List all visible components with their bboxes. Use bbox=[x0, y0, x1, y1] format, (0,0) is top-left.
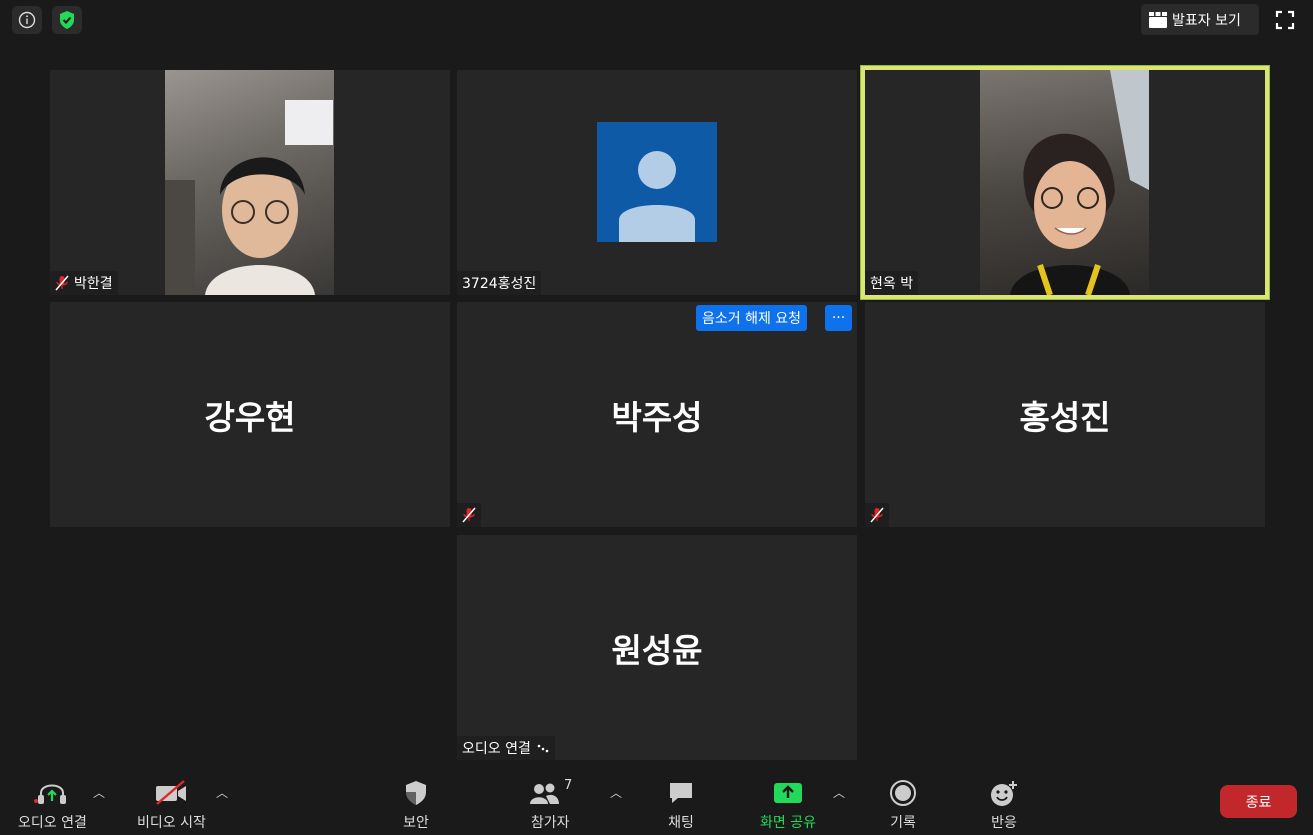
record-icon bbox=[890, 780, 916, 806]
mute-status bbox=[865, 503, 889, 527]
share-screen-button[interactable]: 화면 공유 bbox=[760, 776, 816, 832]
participant-display-name: 강우현 bbox=[204, 397, 296, 437]
shield-check-icon bbox=[60, 11, 74, 29]
chat-label: 채팅 bbox=[668, 815, 694, 831]
participant-name-tag: 3724홍성진 bbox=[457, 271, 542, 295]
participant-display-name: 박주성 bbox=[611, 397, 703, 437]
participant-tile-1[interactable]: 박한결 bbox=[50, 70, 450, 295]
audio-connecting-tag: 오디오 연결 bbox=[457, 736, 555, 760]
avatar bbox=[597, 122, 717, 242]
participant-name-tag: 현옥 박 bbox=[865, 271, 919, 295]
participant-name: 3724홍성진 bbox=[462, 276, 537, 292]
ask-to-unmute-button[interactable]: 음소거 해제 요청 bbox=[696, 305, 808, 331]
participant-tile-5[interactable]: 음소거 해제 요청 ··· 박주성 bbox=[457, 302, 857, 527]
video-options-chevron-icon[interactable]: ︿ bbox=[216, 784, 228, 801]
participant-display-name: 원성윤 bbox=[611, 630, 703, 670]
participants-count: 7 bbox=[564, 778, 573, 793]
participants-button[interactable]: 7 참가자 bbox=[528, 776, 572, 832]
security-status-button[interactable] bbox=[52, 6, 82, 34]
mic-muted-icon bbox=[870, 507, 884, 523]
meeting-toolbar: 오디오 연결 ︿ 비디오 시작 ︿ 보안 7 참가자 ︿ 채팅 화면 공유 ︿ … bbox=[0, 770, 1313, 835]
mute-status bbox=[457, 503, 481, 527]
person-video-frame bbox=[165, 100, 333, 295]
record-button[interactable]: 기록 bbox=[889, 776, 917, 832]
default-avatar-icon bbox=[619, 151, 695, 242]
speaker-view-icon bbox=[1149, 11, 1167, 28]
participant-video bbox=[165, 70, 334, 295]
participant-name: 현옥 박 bbox=[870, 276, 914, 292]
meeting-info-button[interactable] bbox=[12, 6, 42, 34]
participant-display-name: 홍성진 bbox=[1019, 397, 1111, 437]
participant-tile-2[interactable]: 3724홍성진 bbox=[457, 70, 857, 295]
participant-tile-3-active-speaker[interactable]: 현옥 박 bbox=[860, 65, 1270, 300]
more-options-button[interactable]: ··· bbox=[825, 305, 852, 331]
participant-video bbox=[980, 70, 1149, 295]
mic-muted-icon bbox=[462, 507, 476, 523]
participants-icon bbox=[530, 783, 559, 804]
end-meeting-button[interactable]: 종료 bbox=[1220, 785, 1297, 818]
participant-tile-4[interactable]: 강우현 bbox=[50, 302, 450, 527]
speaker-view-label: 발표자 보기 bbox=[1172, 12, 1241, 29]
reactions-button[interactable]: 반응 bbox=[989, 776, 1019, 832]
audio-options-chevron-icon[interactable]: ︿ bbox=[93, 784, 105, 801]
info-icon bbox=[18, 11, 36, 29]
video-off-icon bbox=[156, 780, 187, 805]
participant-tile-7[interactable]: 원성윤 오디오 연결 bbox=[457, 535, 857, 760]
connecting-dots-icon bbox=[537, 744, 549, 753]
participants-label: 참가자 bbox=[530, 815, 570, 831]
join-audio-button[interactable]: 오디오 연결 bbox=[18, 776, 87, 832]
chat-icon bbox=[670, 783, 692, 803]
join-audio-label: 오디오 연결 bbox=[18, 815, 87, 831]
mic-muted-icon bbox=[55, 275, 69, 291]
participant-name-tag: 박한결 bbox=[50, 271, 118, 295]
share-options-chevron-icon[interactable]: ︿ bbox=[833, 784, 845, 801]
chat-button[interactable]: 채팅 bbox=[667, 776, 695, 832]
audio-connecting-label: 오디오 연결 bbox=[462, 741, 531, 757]
share-screen-label: 화면 공유 bbox=[760, 815, 816, 831]
person-video-frame bbox=[1010, 70, 1149, 295]
start-video-label: 비디오 시작 bbox=[137, 815, 206, 831]
headphones-icon bbox=[34, 784, 67, 804]
reactions-smiley-icon bbox=[991, 781, 1017, 806]
participant-tile-6[interactable]: 홍성진 bbox=[865, 302, 1265, 527]
fullscreen-button[interactable] bbox=[1272, 7, 1298, 33]
zoom-meeting-window: 발표자 보기 박한결 3724홍성진 현옥 박 강우현 음소거 해제 요청 ··… bbox=[0, 0, 1313, 835]
share-screen-icon bbox=[773, 783, 802, 803]
record-label: 기록 bbox=[890, 815, 916, 831]
participants-options-chevron-icon[interactable]: ︿ bbox=[610, 784, 622, 801]
fullscreen-icon bbox=[1275, 10, 1295, 30]
security-button[interactable]: 보안 bbox=[403, 776, 429, 832]
shield-icon bbox=[406, 781, 426, 805]
participant-name: 박한결 bbox=[74, 276, 113, 292]
start-video-button[interactable]: 비디오 시작 bbox=[137, 776, 206, 832]
security-label: 보안 bbox=[403, 815, 429, 831]
speaker-view-button[interactable]: 발표자 보기 bbox=[1141, 4, 1259, 35]
reactions-label: 반응 bbox=[991, 815, 1017, 831]
